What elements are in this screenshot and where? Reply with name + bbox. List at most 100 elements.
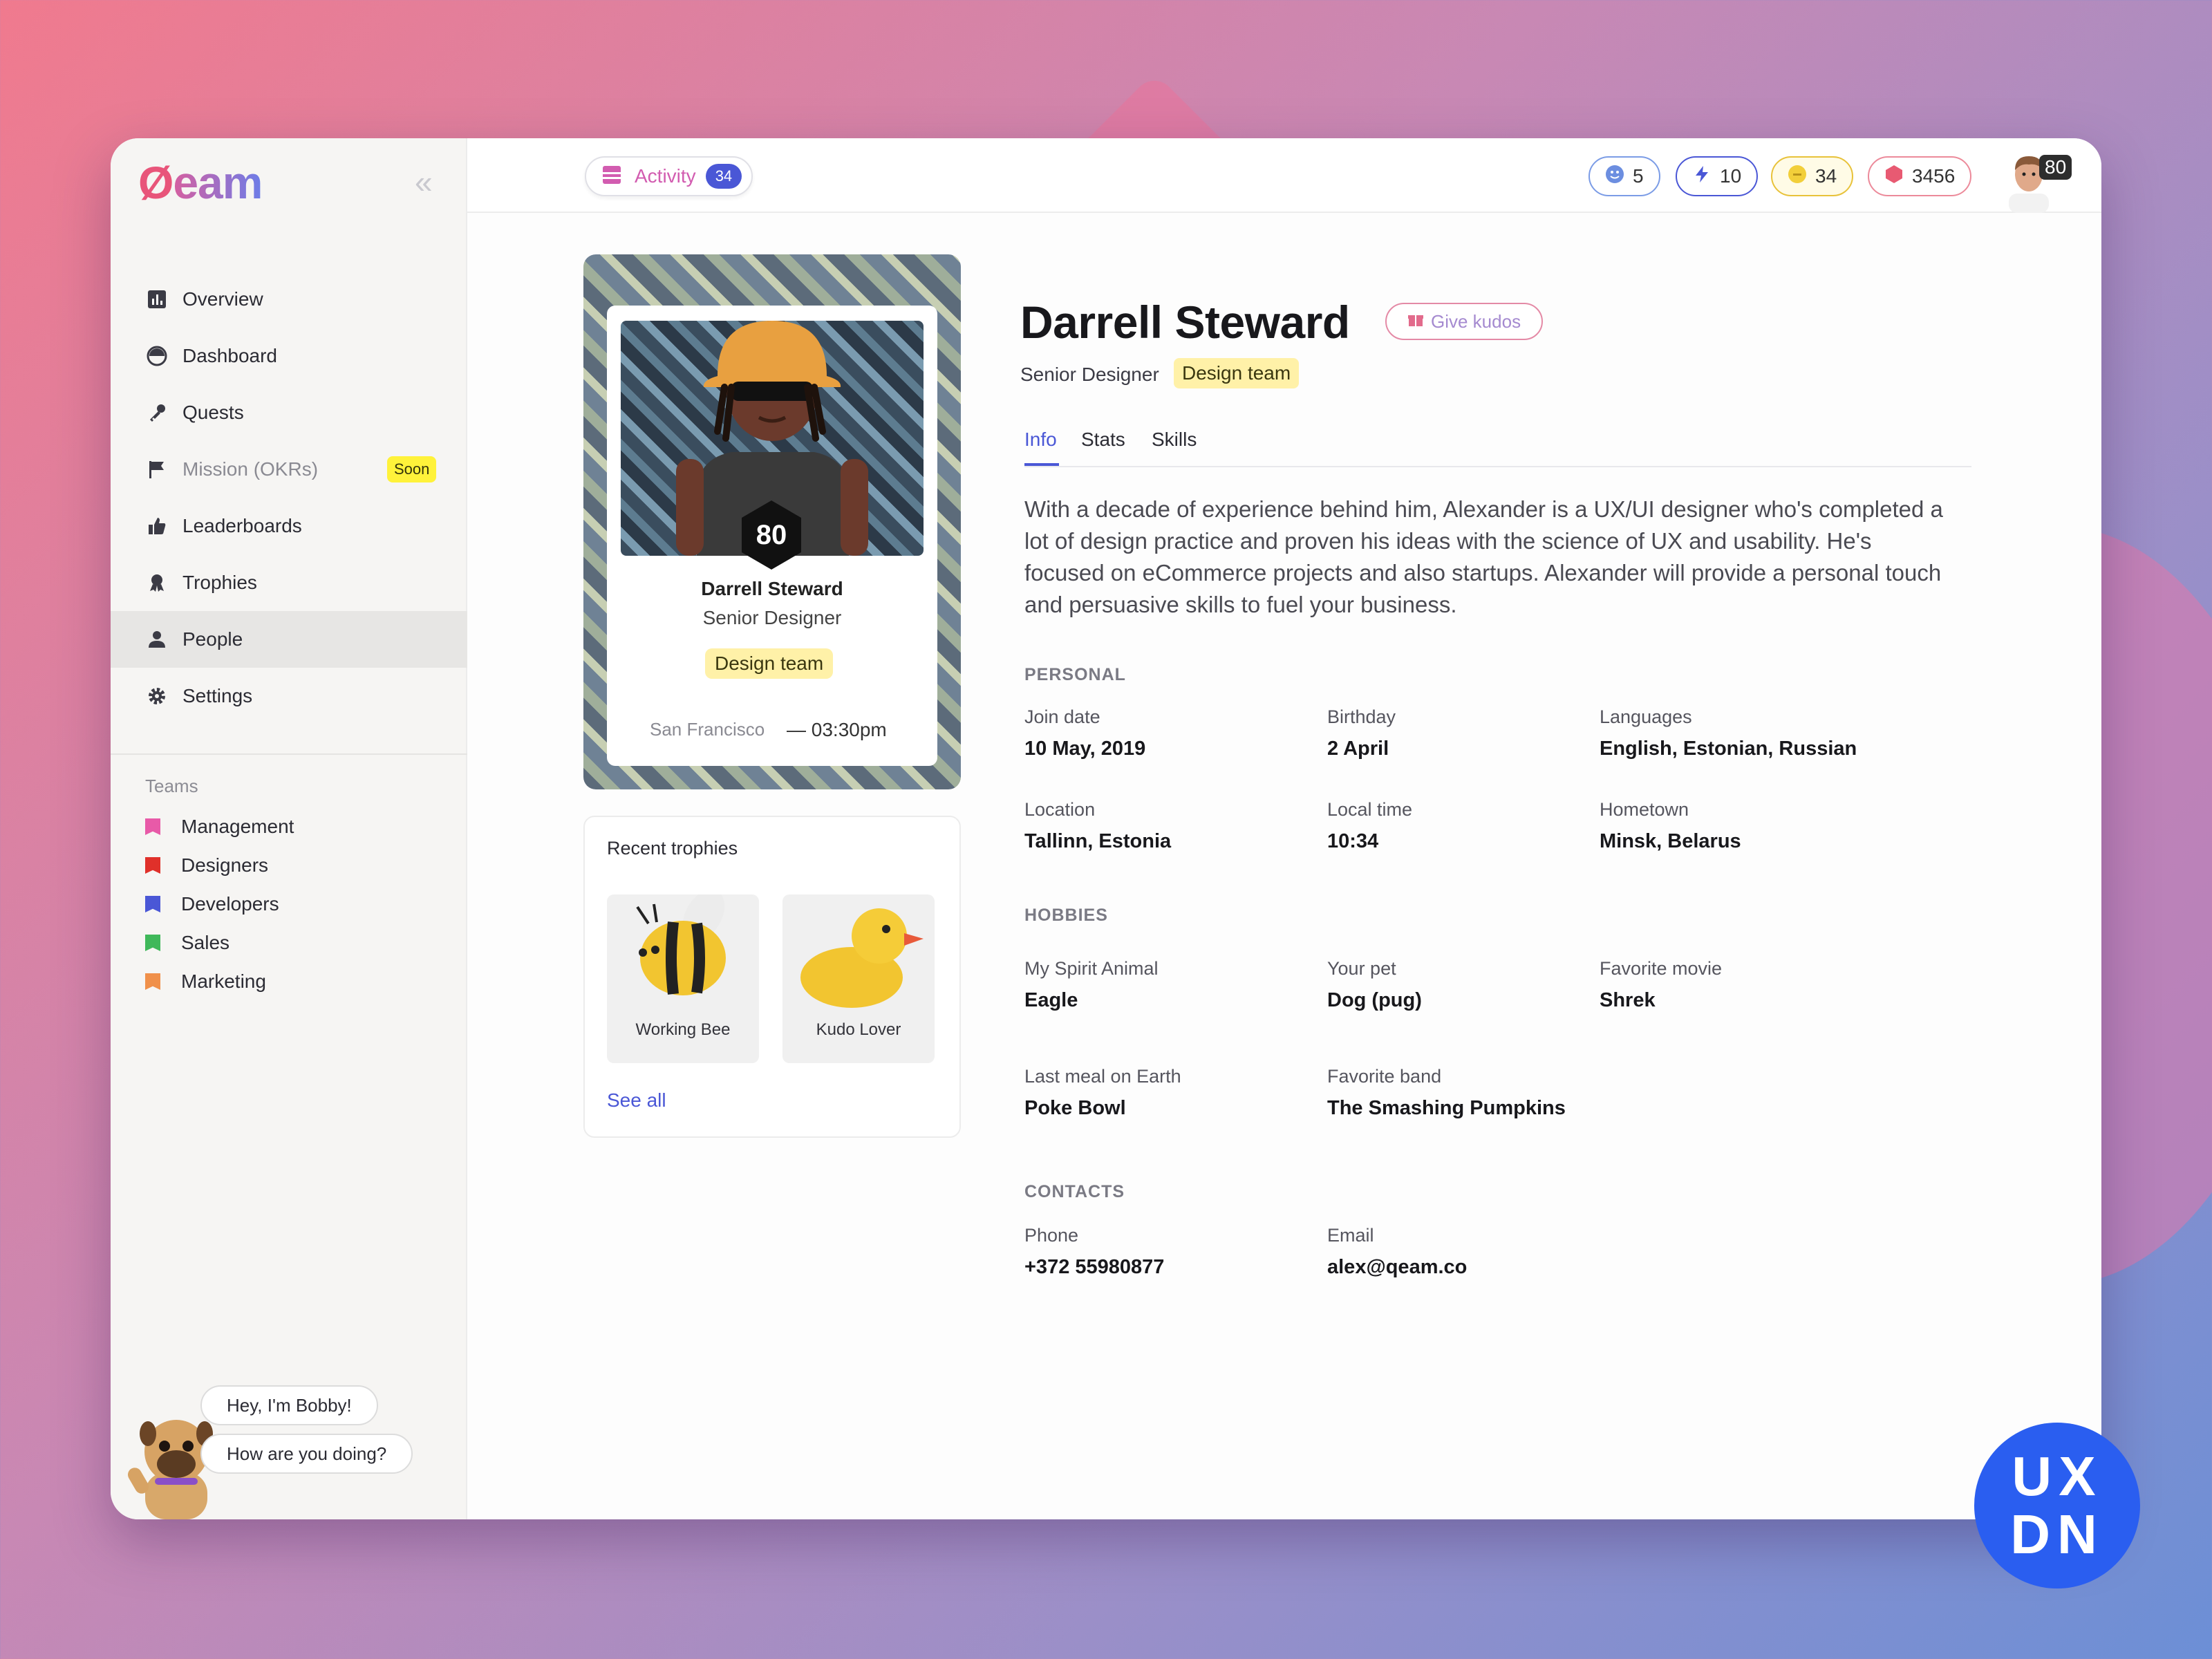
see-all-trophies-link[interactable]: See all (607, 1089, 666, 1112)
sidebar-item-dashboard[interactable]: Dashboard (111, 328, 467, 384)
hobbies-section-heading: HOBBIES (1024, 906, 1108, 925)
gem-icon (1884, 165, 1904, 189)
sidebar-item-trophies[interactable]: Trophies (111, 554, 467, 611)
tab-stats[interactable]: Stats (1081, 429, 1125, 451)
gauge-icon (145, 344, 169, 368)
smiley-stat-pill[interactable]: 5 (1588, 156, 1660, 196)
sidebar-item-settings[interactable]: Settings (111, 668, 467, 724)
sidebar-item-overview[interactable]: Overview (111, 271, 467, 328)
activity-icon (601, 165, 622, 189)
sidebar-item-label: Overview (182, 288, 263, 310)
trophies-heading: Recent trophies (607, 838, 738, 859)
teams-heading: Teams (145, 776, 198, 796)
sidebar-item-people[interactable]: People (111, 611, 467, 668)
sidebar-item-leaderboards[interactable]: Leaderboards (111, 498, 467, 554)
activity-button[interactable]: Activity 34 (585, 156, 753, 196)
card-location: San Francisco (650, 719, 765, 740)
gift-icon (1407, 311, 1424, 332)
sidebar-item-label: Trophies (182, 572, 257, 593)
bar-chart-icon (145, 288, 169, 311)
field-phone: Phone +372 55980877 (1024, 1225, 1165, 1278)
team-sales[interactable]: Sales (145, 924, 294, 962)
teams-list: Management Designers Developers Sales Ma… (145, 807, 294, 1001)
smiley-icon (1605, 165, 1624, 189)
team-management[interactable]: Management (145, 807, 294, 846)
medal-icon (145, 571, 169, 594)
sidebar-item-label: Mission (OKRs) (182, 458, 319, 480)
sidebar-item-label: People (182, 628, 243, 650)
personal-section-heading: PERSONAL (1024, 665, 1126, 684)
divider (111, 753, 467, 755)
user-level-badge: 80 (2039, 155, 2072, 180)
profile-role: Senior Designer (1020, 364, 1159, 385)
card-name: Darrell Steward (701, 578, 843, 599)
team-flag-icon (145, 896, 160, 912)
team-designers[interactable]: Designers (145, 846, 294, 885)
field-hometown: Hometown Minsk, Belarus (1600, 799, 1741, 852)
flag-icon (145, 458, 169, 481)
bobby-speech-bubble: Hey, I'm Bobby! (200, 1385, 378, 1425)
bee-icon (636, 890, 726, 995)
card-local-time: — 03:30pm (787, 719, 887, 740)
give-kudos-button[interactable]: Give kudos (1385, 303, 1544, 340)
trophy-label: Kudo Lover (816, 1020, 901, 1039)
team-marketing[interactable]: Marketing (145, 962, 294, 1001)
tab-skills[interactable]: Skills (1152, 429, 1197, 451)
profile-card-inner: 80 Darrell Steward Senior Designer Desig… (607, 306, 937, 766)
gear-icon (145, 684, 169, 708)
person-icon (145, 628, 169, 651)
team-flag-icon (145, 857, 160, 874)
soon-badge: Soon (387, 456, 437, 482)
rubber-duck-icon (800, 908, 924, 1008)
bobby-speech-bubble: How are you doing? (200, 1434, 413, 1474)
field-last-meal: Last meal on Earth Poke Bowl (1024, 1066, 1181, 1119)
activity-count-badge: 34 (705, 164, 742, 189)
contacts-section-heading: CONTACTS (1024, 1182, 1125, 1201)
sidebar-item-label: Dashboard (182, 345, 277, 366)
field-email: Email alex@qeam.co (1327, 1225, 1468, 1278)
sidebar-item-label: Settings (182, 685, 253, 706)
recent-trophies-panel: Recent trophies Working Bee Kudo Lover S… (583, 816, 961, 1138)
profile-name: Darrell Steward (1020, 297, 1350, 348)
field-local-time: Local time 10:34 (1327, 799, 1413, 852)
field-spirit-animal: My Spirit Animal Eagle (1024, 958, 1159, 1011)
sidebar-item-mission[interactable]: Mission (OKRs) Soon (111, 441, 467, 498)
app-window: Øeam « Overview Dashboard Quests Mission… (111, 138, 2101, 1519)
team-developers[interactable]: Developers (145, 885, 294, 924)
profile-card: 80 Darrell Steward Senior Designer Desig… (583, 254, 961, 789)
sidebar: Øeam « Overview Dashboard Quests Mission… (111, 138, 467, 1519)
field-favorite-band: Favorite band The Smashing Pumpkins (1327, 1066, 1566, 1119)
activity-label: Activity (635, 165, 696, 187)
field-join-date: Join date 10 May, 2019 (1024, 706, 1146, 760)
field-languages: Languages English, Estonian, Russian (1600, 706, 1857, 760)
field-pet: Your pet Dog (pug) (1327, 958, 1422, 1011)
team-flag-icon (145, 818, 160, 835)
sidebar-item-label: Quests (182, 402, 244, 423)
trophy-working-bee[interactable]: Working Bee (607, 890, 759, 1063)
field-favorite-movie: Favorite movie Shrek (1600, 958, 1723, 1011)
card-role: Senior Designer (702, 607, 842, 628)
sidebar-item-quests[interactable]: Quests (111, 384, 467, 441)
profile-tabs: Info Stats Skills (1024, 426, 1971, 467)
trophy-label: Working Bee (635, 1020, 731, 1039)
gem-stat-pill[interactable]: 3456 (1868, 156, 1972, 196)
trophy-kudo-lover[interactable]: Kudo Lover (782, 894, 935, 1063)
profile-bio: With a decade of experience behind him, … (1024, 496, 1943, 617)
team-flag-icon (145, 935, 160, 951)
active-tab-indicator (1024, 463, 1059, 466)
uxdn-watermark-logo: UX DN (1974, 1423, 2140, 1588)
top-bar: Activity 34 5 10 34 3456 80 (467, 138, 2101, 213)
sidebar-item-label: Leaderboards (182, 515, 302, 536)
coin-stat-pill[interactable]: 34 (1771, 156, 1854, 196)
app-logo[interactable]: Øeam (138, 156, 263, 209)
team-flag-icon (145, 973, 160, 990)
energy-stat-pill[interactable]: 10 (1676, 156, 1759, 196)
tab-info[interactable]: Info (1024, 429, 1057, 451)
sidebar-nav: Overview Dashboard Quests Mission (OKRs) (111, 271, 467, 724)
field-birthday: Birthday 2 April (1327, 706, 1396, 760)
field-location: Location Tallinn, Estonia (1024, 799, 1172, 852)
thumbs-up-icon (145, 514, 169, 538)
coin-icon (1788, 165, 1807, 189)
collapse-sidebar-button[interactable]: « (415, 163, 433, 200)
profile-team-badge: Design team (1174, 358, 1300, 388)
